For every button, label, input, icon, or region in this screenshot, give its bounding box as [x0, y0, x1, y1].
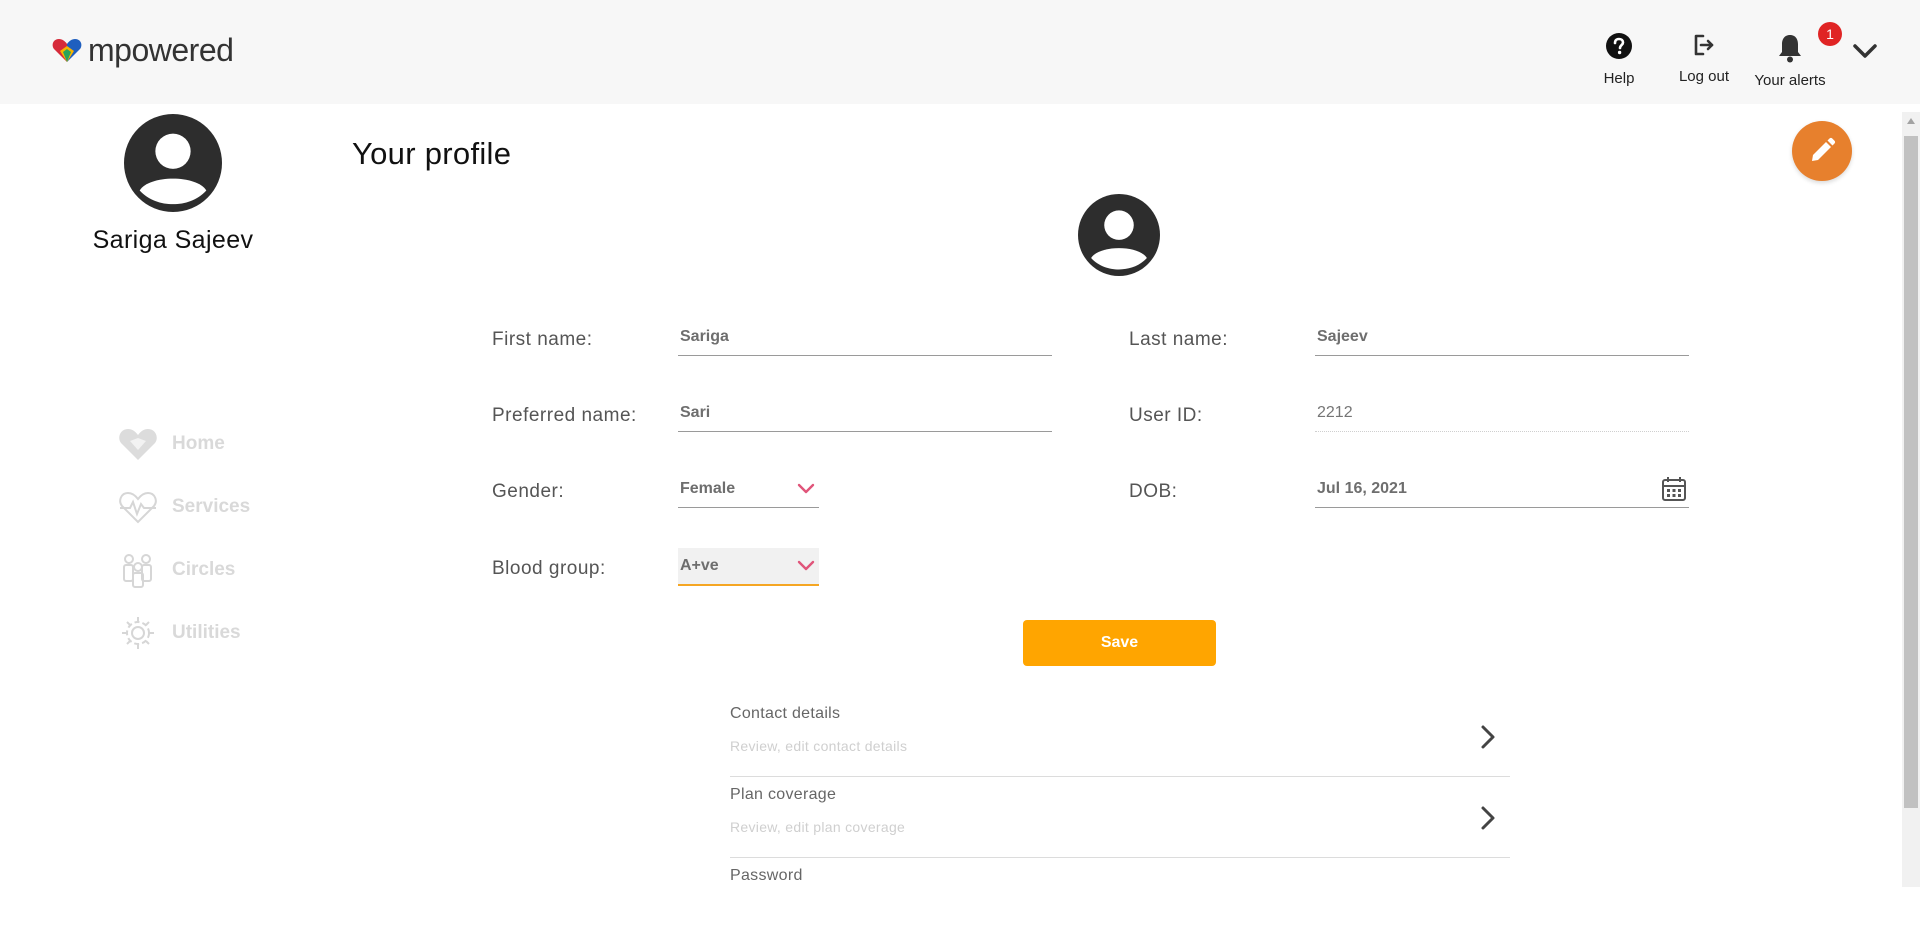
section-title: Password: [730, 867, 803, 884]
dob-field-wrap: [1315, 470, 1689, 508]
blood-group-label: Blood group:: [492, 558, 606, 579]
triangle-up-icon: [1907, 118, 1915, 124]
logout-button[interactable]: Log out: [1674, 32, 1734, 85]
profile-sections-list: Contact details Review, edit contact det…: [730, 696, 1510, 939]
user-avatar-icon: [124, 114, 222, 212]
help-icon: [1606, 33, 1632, 59]
alerts-count-badge: 1: [1818, 22, 1842, 46]
logout-label: Log out: [1678, 68, 1730, 85]
gender-selected-value: Female: [680, 479, 736, 497]
section-title: Contact details: [730, 705, 841, 722]
user-id-input: [1315, 403, 1689, 422]
heart-home-icon: [118, 424, 158, 464]
sidebar-item-circles[interactable]: Circles: [118, 538, 318, 601]
sidebar-avatar: [124, 114, 222, 212]
sidebar-item-services[interactable]: Services: [118, 475, 318, 538]
blood-group-selected-value: A+ve: [680, 557, 719, 574]
help-label: Help: [1603, 70, 1635, 87]
people-icon: [118, 550, 158, 590]
sidebar-item-label: Circles: [172, 558, 236, 580]
sidebar-item-label: Services: [172, 495, 251, 517]
sidebar-user-name: Sariga Sajeev: [92, 226, 254, 254]
section-title: Plan coverage: [730, 786, 837, 803]
calendar-icon[interactable]: [1661, 476, 1687, 502]
preferred-name-field-wrap: [678, 394, 1052, 432]
user-id-field-wrap: [1315, 394, 1689, 432]
last-name-label: Last name:: [1129, 329, 1228, 350]
last-name-field-wrap: [1315, 318, 1689, 356]
section-plan-coverage[interactable]: Plan coverage Review, edit plan coverage: [730, 777, 1510, 858]
top-bar: mpowered Help Log out 1 Your alerts: [0, 0, 1920, 104]
dob-label: DOB:: [1129, 481, 1178, 502]
section-subtitle: Review, edit plan coverage: [730, 819, 906, 835]
sidebar-item-utilities[interactable]: Utilities: [118, 601, 318, 664]
logout-icon: [1694, 34, 1714, 56]
gender-select[interactable]: Female: [678, 470, 819, 508]
chevron-down-icon: [1853, 44, 1877, 58]
account-menu-toggle[interactable]: [1850, 36, 1880, 66]
section-subtitle: Review, edit contact details: [730, 738, 908, 754]
help-button[interactable]: Help: [1600, 32, 1638, 87]
chevron-right-icon: [1481, 806, 1495, 830]
bell-icon: [1779, 35, 1801, 63]
scroll-thumb[interactable]: [1904, 136, 1918, 808]
sidebar-item-label: Home: [172, 432, 225, 454]
chevron-down-icon: [797, 560, 815, 571]
last-name-input[interactable]: [1315, 327, 1689, 346]
sidebar-nav: Home Services Circles Utilities: [118, 412, 318, 664]
profile-avatar[interactable]: [1078, 194, 1160, 276]
page-scrollbar[interactable]: [1902, 112, 1920, 887]
chevron-down-icon: [797, 483, 815, 493]
page-title: Your profile: [352, 136, 512, 171]
logo-heart-icon: [52, 39, 82, 62]
dob-input[interactable]: [1315, 479, 1615, 498]
first-name-label: First name:: [492, 329, 593, 350]
gear-icon: [118, 613, 158, 653]
heart-pulse-icon: [118, 487, 158, 527]
section-password[interactable]: Password: [730, 858, 1510, 939]
pencil-icon: [1812, 137, 1836, 161]
brand-name: mpowered: [88, 31, 234, 68]
alerts-button[interactable]: 1 Your alerts: [1749, 22, 1842, 89]
blood-group-select[interactable]: A+ve: [678, 548, 819, 586]
alerts-label: Your alerts: [1754, 72, 1826, 89]
first-name-input[interactable]: [678, 327, 1052, 346]
section-contact-details[interactable]: Contact details Review, edit contact det…: [730, 696, 1510, 777]
chevron-right-icon: [1481, 725, 1495, 749]
preferred-name-input[interactable]: [678, 403, 1052, 422]
preferred-name-label: Preferred name:: [492, 405, 637, 426]
sidebar-item-label: Utilities: [172, 621, 241, 643]
mpowered-logo[interactable]: mpowered: [52, 31, 234, 68]
sidebar-item-home[interactable]: Home: [118, 412, 318, 475]
alerts-icon-wrap: 1: [1775, 22, 1842, 63]
gender-label: Gender:: [492, 481, 565, 502]
first-name-field-wrap: [678, 318, 1052, 356]
save-button[interactable]: Save: [1023, 620, 1216, 666]
edit-profile-button[interactable]: [1792, 121, 1852, 181]
user-avatar-icon: [1078, 194, 1160, 276]
scroll-up-arrow[interactable]: [1902, 112, 1920, 130]
user-id-label: User ID:: [1129, 405, 1203, 426]
